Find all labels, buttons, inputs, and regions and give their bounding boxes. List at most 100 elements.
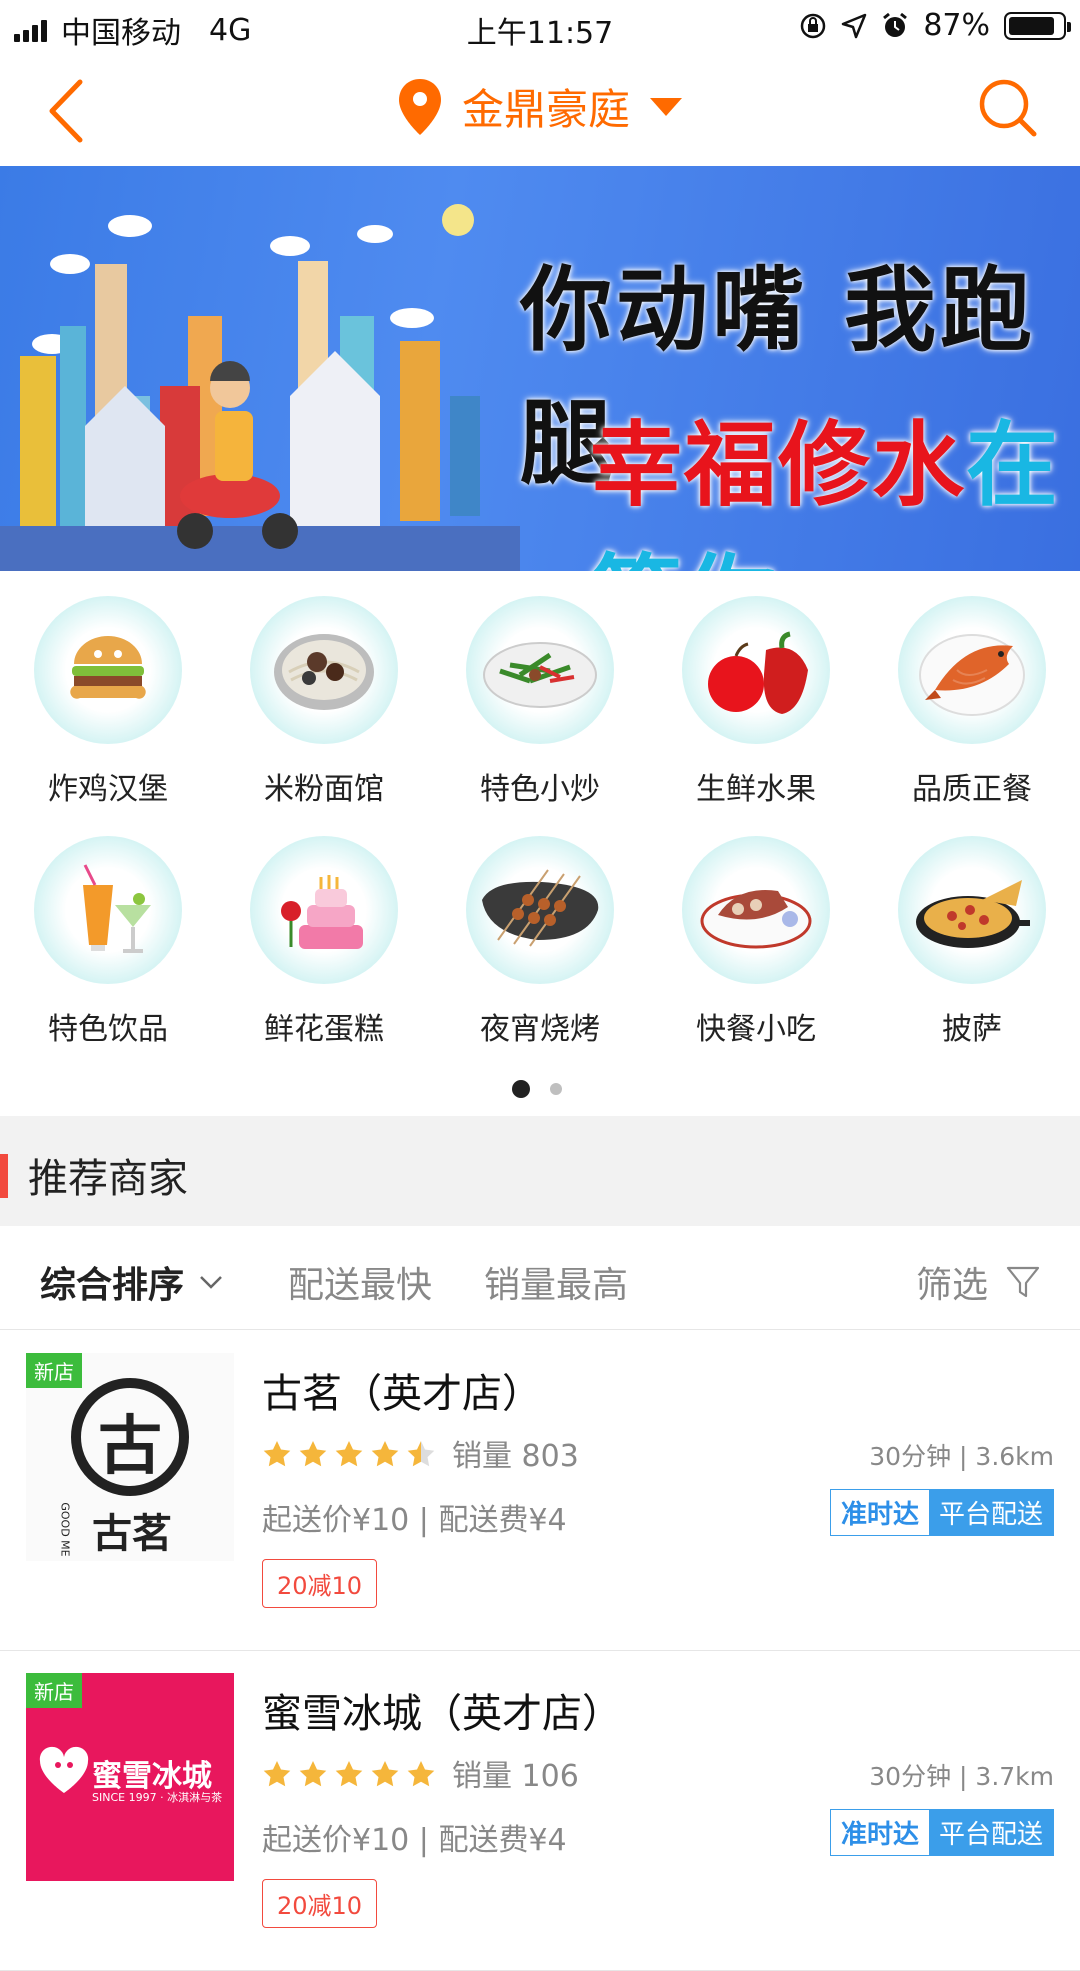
category-label: 快餐小吃: [696, 1012, 816, 1047]
category-label: 鲜花蛋糕: [264, 1012, 384, 1047]
star-icon: [335, 1441, 363, 1467]
promo-banner[interactable]: 你动嘴 我跑腿 幸福修水在等你: [0, 166, 1080, 571]
sort-comprehensive-label: 综合排序: [40, 1265, 185, 1306]
star-icon: [263, 1761, 291, 1787]
guming-logo-text: 古茗: [92, 1511, 172, 1557]
promo-tag: 20减10: [262, 1879, 378, 1928]
new-shop-tag: 新店: [26, 1353, 82, 1388]
mixue-logo-sub: SINCE 1997 · 冰淇淋与茶: [92, 1791, 223, 1804]
noodle-bowl-icon: [250, 596, 398, 744]
snack-plate-icon: [682, 836, 830, 984]
category-label: 品质正餐: [912, 772, 1032, 807]
location-selector[interactable]: 金鼎豪庭: [0, 76, 1080, 137]
rotation-lock-icon: [801, 13, 826, 38]
mixue-heart-logo: [39, 1746, 89, 1793]
rating-stars: [262, 1759, 436, 1789]
battery-percent: 87%: [923, 8, 990, 43]
star-icon: [263, 1441, 291, 1467]
category-dot: [550, 1083, 562, 1095]
status-bar: 中国移动 4G 上午11:57 87%: [0, 0, 1080, 54]
category-bbq[interactable]: 夜宵烧烤: [432, 836, 648, 1076]
shop-fees: 起送价¥10 | 配送费¥4: [262, 1823, 567, 1858]
location-name: 金鼎豪庭: [461, 85, 630, 134]
platform-delivery-badge: 平台配送: [928, 1810, 1053, 1855]
star-icon: [371, 1761, 399, 1787]
drinks-icon: [34, 836, 182, 984]
star-icon: [371, 1441, 399, 1467]
section-header: 推荐商家: [0, 1116, 1080, 1226]
shop-card[interactable]: 古 古茗 GOOD ME 新店 古茗（英才店） 销量 803 起送价¥10 | …: [0, 1331, 1080, 1651]
category-stir-fry[interactable]: 特色小炒: [432, 596, 648, 836]
section-title: 推荐商家: [28, 1156, 188, 1202]
category-dot-active: [512, 1080, 530, 1098]
category-snacks[interactable]: 快餐小吃: [648, 836, 864, 1076]
ontime-badge: 准时达: [830, 1810, 929, 1855]
chevron-down-icon: [200, 1276, 222, 1289]
dropdown-triangle-icon: [650, 97, 682, 116]
shop-name: 古茗（英才店）: [262, 1371, 542, 1417]
category-pagination: [512, 1080, 562, 1098]
banner-subtitle: 幸福修水在等你: [590, 391, 1080, 571]
category-label: 生鲜水果: [696, 772, 816, 807]
city-delivery-illustration: [0, 204, 520, 571]
shop-sales: 销量 803: [452, 1439, 579, 1474]
delivery-time-distance: 30分钟 | 3.6km: [869, 1442, 1054, 1471]
category-burger[interactable]: 炸鸡汉堡: [0, 596, 216, 836]
sort-comprehensive[interactable]: 综合排序: [40, 1256, 224, 1308]
new-shop-tag: 新店: [26, 1673, 82, 1708]
guming-logo-mark: 古: [98, 1410, 162, 1484]
banner-subtitle-red: 幸福修水: [590, 412, 967, 519]
platform-delivery-badge: 平台配送: [928, 1490, 1053, 1535]
ontime-badge: 准时达: [830, 1490, 929, 1535]
category-pizza[interactable]: 披萨: [864, 836, 1080, 1076]
sort-sales[interactable]: 销量最高: [484, 1256, 628, 1308]
map-pin-icon: [398, 78, 441, 135]
star-icon: [335, 1761, 363, 1787]
sort-bar: 综合排序 配送最快 销量最高 筛选: [0, 1226, 1080, 1330]
shop-fees: 起送价¥10 | 配送费¥4: [262, 1503, 567, 1538]
stir-fry-icon: [466, 596, 614, 744]
shop-card[interactable]: 蜜雪冰城 SINCE 1997 · 冰淇淋与茶 新店 蜜雪冰城（英才店） 销量 …: [0, 1651, 1080, 1971]
category-noodles[interactable]: 米粉面馆: [216, 596, 432, 836]
filter-funnel-icon: [1006, 1266, 1040, 1298]
burger-icon: [34, 596, 182, 744]
fish-dish-icon: [898, 596, 1046, 744]
category-label: 炸鸡汉堡: [48, 772, 168, 807]
category-fine-dining[interactable]: 品质正餐: [864, 596, 1080, 836]
shop-name: 蜜雪冰城（英才店）: [262, 1691, 622, 1737]
promo-tag: 20减10: [262, 1559, 378, 1608]
category-label: 特色小炒: [480, 772, 600, 807]
cake-icon: [250, 836, 398, 984]
nav-bar: 金鼎豪庭: [0, 54, 1080, 166]
category-label: 夜宵烧烤: [480, 1012, 600, 1047]
star-icon: [299, 1441, 327, 1467]
shop-sales: 销量 106: [452, 1759, 579, 1794]
battery-fill: [1009, 16, 1055, 35]
star-icon: [407, 1761, 435, 1787]
section-accent-bar: [0, 1154, 8, 1198]
category-cake[interactable]: 鲜花蛋糕: [216, 836, 432, 1076]
star-icon: [299, 1761, 327, 1787]
category-label: 特色饮品: [48, 1012, 168, 1047]
guming-logo-side: GOOD ME: [58, 1502, 72, 1557]
filter-button[interactable]: 筛选: [916, 1256, 1040, 1308]
delivery-badges: 准时达 平台配送: [829, 1809, 1054, 1856]
category-fruit[interactable]: 生鲜水果: [648, 596, 864, 836]
filter-label: 筛选: [916, 1265, 989, 1306]
category-drinks[interactable]: 特色饮品: [0, 836, 216, 1076]
star-icon: [407, 1441, 435, 1467]
alarm-icon: [883, 12, 908, 37]
sort-fastest[interactable]: 配送最快: [288, 1256, 432, 1308]
delivery-time-distance: 30分钟 | 3.7km: [869, 1762, 1054, 1791]
rating-stars: [262, 1439, 436, 1469]
category-label: 披萨: [942, 1012, 1002, 1047]
skewer-icon: [466, 836, 614, 984]
delivery-badges: 准时达 平台配送: [829, 1489, 1054, 1536]
location-arrow-icon: [842, 13, 867, 38]
fruit-icon: [682, 596, 830, 744]
pizza-icon: [898, 836, 1046, 984]
battery-icon: [1004, 11, 1071, 40]
category-grid: 炸鸡汉堡 米粉面馆 特色小炒 生鲜水果 品质正餐 特色饮品 鲜花蛋糕 夜宵烧烤 …: [0, 596, 1080, 1076]
category-label: 米粉面馆: [264, 772, 384, 807]
search-icon[interactable]: [976, 76, 1040, 140]
